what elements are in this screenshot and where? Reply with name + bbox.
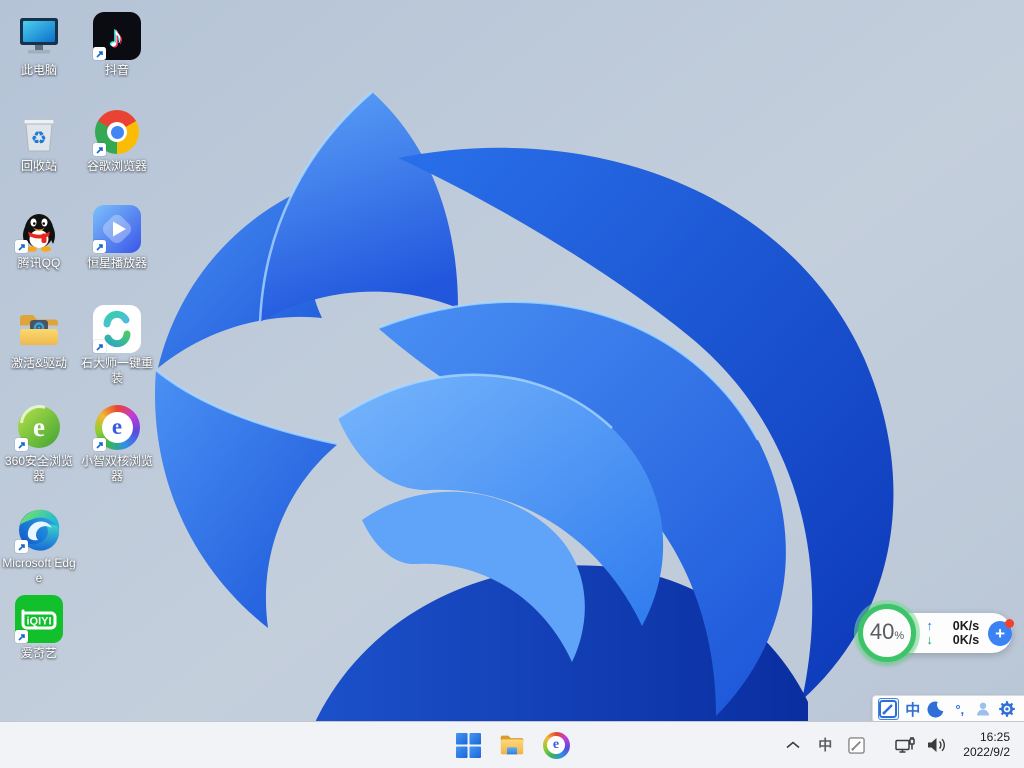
desktop-icon-label: 此电脑	[20, 63, 57, 77]
file-explorer-button[interactable]	[492, 725, 532, 765]
desktop-icon-label: 恒星播放器	[86, 256, 147, 270]
desktop-icon-iqiyi[interactable]: iQIYI 爱奇艺	[0, 595, 78, 661]
tray-volume-button[interactable]	[921, 728, 951, 762]
svg-text:♪: ♪	[109, 21, 124, 54]
ime-account-button[interactable]	[974, 699, 993, 719]
download-speed: 0K/s	[952, 633, 980, 647]
shortcut-arrow-icon	[15, 438, 28, 451]
speed-arrows: ↑ ↓	[922, 619, 937, 647]
speaker-icon	[928, 738, 946, 752]
xiaozhi-browser-icon: e	[93, 403, 141, 451]
moon-icon	[927, 701, 944, 718]
chevron-up-icon	[786, 741, 800, 749]
plus-icon: +	[995, 623, 1006, 643]
ime-fullwidth-moon-button[interactable]	[927, 699, 946, 719]
ime-toolbar: 中 °,	[872, 695, 1024, 723]
shortcut-arrow-icon	[93, 47, 106, 60]
browser-e-icon: e	[542, 731, 570, 759]
desktop-icon-label: 小智双核浏览器	[80, 454, 153, 483]
tray-network-button[interactable]	[890, 728, 921, 762]
desktop-icon-star-player[interactable]: 恒星播放器	[78, 205, 156, 271]
desktop-icon-recycle-bin[interactable]: ♻ 回收站	[0, 108, 78, 174]
gear-icon	[998, 701, 1015, 717]
desktop-icon-this-pc[interactable]: 此电脑	[0, 12, 78, 78]
notification-dot	[1005, 618, 1014, 628]
qq-penguin-icon	[15, 205, 63, 253]
ime-pen-icon	[879, 700, 898, 718]
svg-text:e: e	[33, 412, 45, 442]
desktop-icon-label: 回收站	[20, 159, 57, 173]
memory-percent: 40	[869, 619, 895, 644]
desktop-icon-label: 石大师一键重装	[80, 356, 153, 385]
desktop-icon-label: 爱奇艺	[20, 646, 57, 660]
shortcut-arrow-icon	[93, 143, 106, 156]
edge-icon	[15, 505, 63, 553]
ethernet-icon	[895, 736, 916, 753]
memory-usage-ball[interactable]: 40%	[858, 604, 916, 662]
shidashi-icon	[93, 305, 141, 353]
ime-logo-button[interactable]	[878, 698, 899, 720]
tray-ime-mode[interactable]: 中	[813, 728, 837, 762]
ime-pen-gray-icon	[848, 736, 866, 754]
upload-speed: 0K/s	[952, 619, 980, 633]
download-arrow-icon: ↓	[926, 632, 933, 647]
shortcut-arrow-icon	[93, 438, 106, 451]
360-browser-icon: e	[15, 403, 63, 451]
desktop-icon-activation-driver[interactable]: 激活&驱动	[0, 305, 78, 371]
desktop-icon-360-browser[interactable]: e 360安全浏览器	[0, 403, 78, 484]
person-icon	[977, 702, 990, 716]
desktop-icon-label: 360安全浏览器	[4, 454, 74, 483]
windows-logo-icon	[455, 732, 481, 758]
speed-values: 0K/s 0K/s	[937, 619, 979, 647]
shortcut-arrow-icon	[15, 540, 28, 553]
start-button[interactable]	[448, 725, 488, 765]
star-player-icon	[93, 205, 141, 253]
taskbar-center-icons: e	[448, 722, 576, 768]
desktop-icon-label: Microsoft Edge	[2, 556, 76, 585]
ime-settings-button[interactable]	[998, 699, 1017, 719]
desktop-icon-label: 腾讯QQ	[17, 256, 61, 270]
desktop-icon-qq[interactable]: 腾讯QQ	[0, 205, 78, 271]
shortcut-arrow-icon	[15, 630, 28, 643]
clock-date: 2022/9/2	[963, 745, 1010, 759]
tray-overflow-chevron[interactable]	[781, 728, 805, 762]
desktop-icon-edge[interactable]: Microsoft Edge	[0, 505, 78, 586]
desktop-icon-xiaozhi-browser[interactable]: e 小智双核浏览器	[78, 403, 156, 484]
windows-desktop: 此电脑 ♪ ♪ ♪ 抖音 ♻ 回收站 谷歌浏览器 腾讯QQ 恒星播放器 激活&驱…	[0, 0, 1024, 768]
desktop-icon-shidashi[interactable]: 石大师一键重装	[78, 305, 156, 386]
svg-text:iQIYI: iQIYI	[26, 616, 51, 628]
shortcut-arrow-icon	[15, 240, 28, 253]
this-pc-icon	[15, 12, 63, 60]
desktop-icon-label: 激活&驱动	[10, 356, 67, 370]
tray-clock[interactable]: 16:25 2022/9/2	[959, 726, 1014, 764]
shortcut-arrow-icon	[93, 240, 106, 253]
system-tray: 中 16:25 2022/9/2	[781, 722, 1024, 768]
taskbar: e 中 16:25 2022/9/2	[0, 721, 1024, 768]
tray-ime-logo[interactable]	[843, 728, 870, 762]
browser-e-button[interactable]: e	[536, 725, 576, 765]
clock-time: 16:25	[979, 730, 1010, 744]
driver-folder-icon	[15, 305, 63, 353]
desktop-icon-label: 谷歌浏览器	[86, 159, 147, 173]
widget-plus-button[interactable]: +	[988, 618, 1014, 646]
svg-text:♻: ♻	[31, 128, 47, 148]
douyin-icon: ♪ ♪ ♪	[93, 12, 141, 60]
iqiyi-icon: iQIYI	[15, 595, 63, 643]
desktop-icon-label: 抖音	[104, 63, 129, 77]
shortcut-arrow-icon	[93, 340, 106, 353]
recycle-bin-icon: ♻	[15, 108, 63, 156]
folder-icon	[500, 735, 524, 755]
ime-chinese-mode-button[interactable]: 中	[904, 699, 923, 719]
chrome-icon	[93, 108, 141, 156]
desktop-icon-douyin[interactable]: ♪ ♪ ♪ 抖音	[78, 12, 156, 78]
ime-punctuation-button[interactable]: °,	[951, 699, 970, 719]
desktop-icon-chrome[interactable]: 谷歌浏览器	[78, 108, 156, 174]
upload-arrow-icon: ↑	[926, 618, 933, 633]
